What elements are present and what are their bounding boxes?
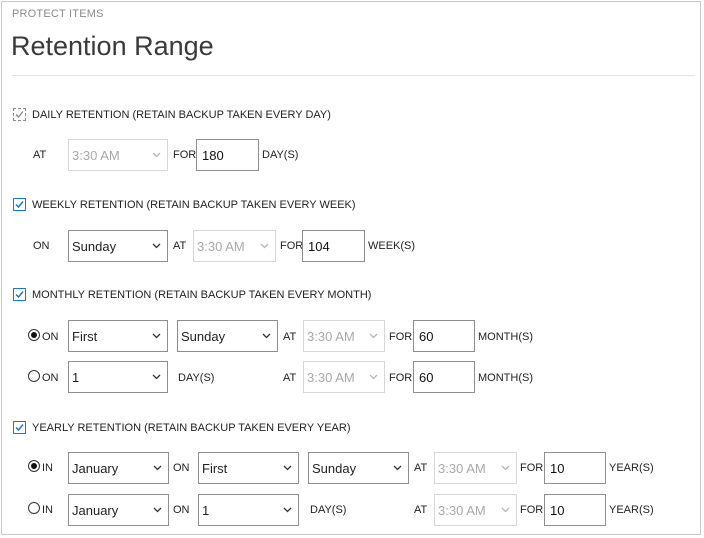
monthly-row2-day-label: DAY(S) <box>178 372 215 384</box>
page-title: Retention Range <box>11 31 214 61</box>
yearly-row2-unit-label: YEAR(S) <box>609 504 654 516</box>
monthly-day-radio[interactable] <box>28 370 40 382</box>
chevron-down-icon <box>501 465 510 471</box>
yearly-row2-time-select[interactable]: 3:30 AM <box>434 494 517 526</box>
daily-retention-checkbox[interactable] <box>13 108 26 121</box>
chevron-down-icon <box>393 465 402 471</box>
monthly-row2-unit-label: MONTH(S) <box>478 372 533 384</box>
daily-at-label: AT <box>33 149 47 161</box>
yearly-row1-for-label: FOR <box>520 462 544 474</box>
weekly-retention-checkbox[interactable] <box>13 198 26 211</box>
yearly-retention-checkbox[interactable] <box>13 421 26 434</box>
monthly-row2-at-label: AT <box>283 372 297 384</box>
chevron-down-icon <box>153 465 162 471</box>
radio-selected-dot <box>31 463 37 469</box>
yearly-row2-day-label: DAY(S) <box>310 504 347 516</box>
yearly-row2-month-select[interactable]: January <box>68 494 169 526</box>
monthly-row1-time-select[interactable]: 3:30 AM <box>303 320 385 352</box>
daily-retention-label: DAILY RETENTION (RETAIN BACKUP TAKEN EVE… <box>32 109 331 121</box>
checkmark-icon <box>15 291 24 299</box>
yearly-ordinal-select[interactable]: First <box>198 452 299 484</box>
chevron-down-icon <box>153 507 162 513</box>
chevron-down-icon <box>369 333 378 339</box>
chevron-down-icon <box>152 374 161 380</box>
chevron-down-icon <box>283 465 292 471</box>
divider <box>12 75 695 76</box>
monthly-ordinal-select[interactable]: First <box>68 320 168 352</box>
yearly-date-select[interactable]: 1 <box>198 494 299 526</box>
chevron-down-icon <box>501 507 510 513</box>
chevron-down-icon <box>369 374 378 380</box>
monthly-day-select[interactable]: Sunday <box>177 320 278 352</box>
weekly-at-label: AT <box>173 240 187 252</box>
yearly-row1-count-input[interactable]: 10 <box>544 452 606 484</box>
weekly-for-label: FOR <box>280 240 304 252</box>
daily-for-label: FOR <box>173 149 197 161</box>
chevron-down-icon <box>262 333 271 339</box>
checkmark-icon <box>15 201 24 209</box>
checkmark-icon <box>15 424 24 432</box>
weekly-retention-label: WEEKLY RETENTION (RETAIN BACKUP TAKEN EV… <box>32 199 356 211</box>
chevron-down-icon <box>152 243 161 249</box>
chevron-down-icon <box>152 152 161 158</box>
chevron-down-icon <box>283 507 292 513</box>
monthly-row1-on-label: ON <box>42 331 59 343</box>
monthly-row2-for-label: FOR <box>389 372 413 384</box>
yearly-row1-unit-label: YEAR(S) <box>609 462 654 474</box>
weekly-unit-label: WEEK(S) <box>368 240 416 252</box>
yearly-row2-for-label: FOR <box>520 504 544 516</box>
monthly-week-radio[interactable] <box>28 329 40 341</box>
yearly-day-select[interactable]: Sunday <box>308 452 409 484</box>
monthly-date-select[interactable]: 1 <box>68 361 168 393</box>
monthly-retention-label: MONTHLY RETENTION (RETAIN BACKUP TAKEN E… <box>32 289 372 301</box>
yearly-week-radio[interactable] <box>28 460 40 472</box>
chevron-down-icon <box>152 333 161 339</box>
monthly-row1-count-input[interactable]: 60 <box>413 320 475 352</box>
yearly-retention-label: YEARLY RETENTION (RETAIN BACKUP TAKEN EV… <box>32 422 351 434</box>
monthly-row2-time-select[interactable]: 3:30 AM <box>303 361 385 393</box>
monthly-row2-count-input[interactable]: 60 <box>413 361 475 393</box>
daily-count-input[interactable]: 180 <box>196 139 259 171</box>
weekly-count-input[interactable]: 104 <box>302 230 365 262</box>
yearly-row1-at-label: AT <box>414 462 428 474</box>
yearly-row2-at-label: AT <box>414 504 428 516</box>
yearly-day-radio[interactable] <box>28 502 40 514</box>
monthly-row1-at-label: AT <box>283 331 297 343</box>
checkmark-icon <box>15 111 24 118</box>
breadcrumb: PROTECT ITEMS <box>12 8 104 20</box>
radio-selected-dot <box>31 332 37 338</box>
yearly-row2-count-input[interactable]: 10 <box>544 494 606 526</box>
daily-time-select[interactable]: 3:30 AM <box>68 139 168 171</box>
monthly-row1-for-label: FOR <box>389 331 413 343</box>
chevron-down-icon <box>260 243 269 249</box>
weekly-on-label: ON <box>33 240 50 252</box>
monthly-row1-unit-label: MONTH(S) <box>478 331 533 343</box>
weekly-time-select[interactable]: 3:30 AM <box>193 230 276 262</box>
daily-unit-label: DAY(S) <box>262 149 299 161</box>
yearly-row2-in-label: IN <box>42 504 53 516</box>
yearly-row1-on-label: ON <box>173 462 190 474</box>
yearly-row1-in-label: IN <box>42 462 53 474</box>
monthly-retention-checkbox[interactable] <box>13 288 26 301</box>
weekly-day-select[interactable]: Sunday <box>68 230 168 262</box>
yearly-row1-time-select[interactable]: 3:30 AM <box>434 452 517 484</box>
monthly-row2-on-label: ON <box>42 372 59 384</box>
yearly-row1-month-select[interactable]: January <box>68 452 169 484</box>
yearly-row2-on-label: ON <box>173 504 190 516</box>
